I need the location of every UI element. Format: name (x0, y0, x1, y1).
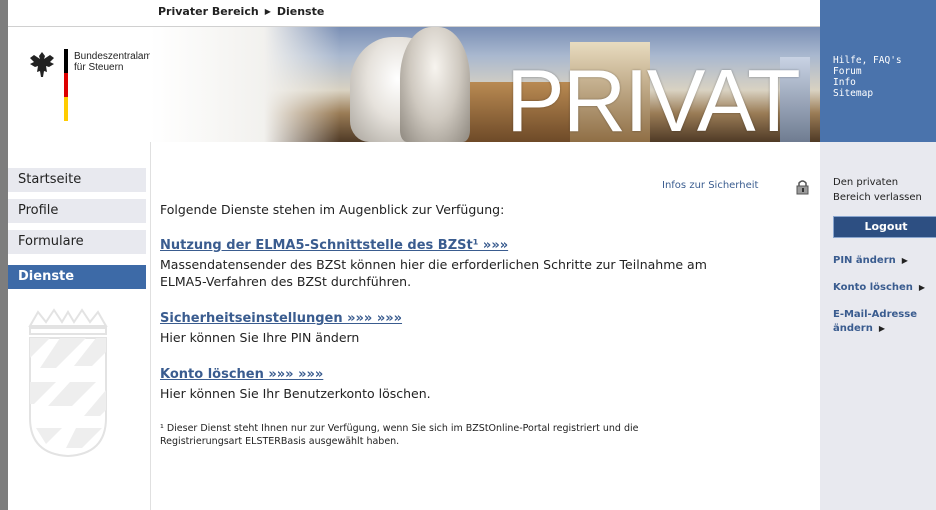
service-desc-elma5-line2: ELMA5-Verfahren des BZSt durchführen. (160, 274, 412, 289)
breadcrumb-bar: Privater Bereich ▶ Dienste (8, 0, 820, 27)
logout-button[interactable]: Logout (833, 216, 936, 238)
service-desc-elma5: Massendatensender des BZSt können hier d… (160, 256, 810, 290)
footnote-line2: Registrierungsart ELSTERBasis ausgewählt… (160, 436, 400, 447)
footnote: ¹ Dieser Dienst steht Ihnen nur zur Verf… (160, 422, 810, 448)
help-link-info[interactable]: Info (833, 77, 902, 88)
breadcrumb: Privater Bereich ▶ Dienste (158, 5, 324, 18)
delete-account-link[interactable]: Konto löschen ▶ (833, 282, 925, 293)
service-link-sicherheitseinstellungen[interactable]: Sicherheitseinstellungen »»» »»» (160, 311, 402, 326)
service-desc-konto-loeschen: Hier können Sie Ihr Benutzerkonto lösche… (160, 386, 431, 401)
agency-logo-text: Bundeszentralamt für Steuern (74, 51, 155, 73)
help-links: Hilfe, FAQ's Forum Info Sitemap (833, 55, 902, 99)
help-link-hilfe[interactable]: Hilfe, FAQ's (833, 55, 902, 66)
service-desc-sicherheitseinstellungen: Hier können Sie Ihre PIN ändern (160, 330, 360, 345)
nav-item-profile[interactable]: Profile (8, 199, 146, 223)
nav-item-startseite[interactable]: Startseite (8, 168, 146, 192)
bavarian-crest-watermark-icon (28, 308, 108, 458)
nav-item-dienste[interactable]: Dienste (8, 265, 146, 289)
breadcrumb-item-dienste: Dienste (276, 5, 325, 18)
logo-area[interactable]: Bundeszentralamt für Steuern (8, 27, 155, 142)
leave-line1: Den privaten (833, 177, 899, 188)
nav-item-formulare[interactable]: Formulare (8, 230, 146, 254)
security-info-link[interactable]: Infos zur Sicherheit (662, 180, 758, 191)
service-link-elma5[interactable]: Nutzung der ELMA5-Schnittstelle des BZSt… (160, 238, 508, 253)
banner-fade (150, 27, 340, 142)
federal-eagle-icon (30, 52, 54, 77)
logo-line2: für Steuern (74, 62, 124, 73)
breadcrumb-item-privater-bereich[interactable]: Privater Bereich (158, 5, 259, 18)
change-email-label-1: E-Mail-Adresse (833, 309, 917, 320)
service-desc-elma5-line1: Massendatensender des BZSt können hier d… (160, 257, 707, 272)
change-pin-label: PIN ändern (833, 255, 896, 266)
change-email-link[interactable]: E-Mail-Adresse ändern ▶ (833, 308, 917, 336)
leave-line2: Bereich verlassen (833, 192, 922, 203)
german-flag-stripe (64, 49, 68, 121)
help-link-forum[interactable]: Forum (833, 66, 902, 77)
header-banner: PRIVAT (150, 27, 820, 142)
arrow-right-icon: ▶ (918, 283, 926, 292)
change-pin-link[interactable]: PIN ändern ▶ (833, 255, 908, 266)
services-intro-text: Folgende Dienste stehen im Augenblick zu… (160, 202, 505, 217)
service-link-konto-loeschen[interactable]: Konto löschen »»» »»» (160, 367, 323, 382)
delete-account-label: Konto löschen (833, 282, 913, 293)
security-lock-icon[interactable] (794, 178, 812, 196)
footnote-line1: ¹ Dieser Dienst steht Ihnen nur zur Verf… (160, 423, 639, 434)
arrow-right-icon: ▶ (878, 324, 886, 333)
banner-title: PRIVAT (506, 51, 801, 143)
leave-private-area-text: Den privaten Bereich verlassen (833, 175, 922, 205)
content-divider (150, 142, 151, 510)
help-link-sitemap[interactable]: Sitemap (833, 88, 902, 99)
change-email-label-2: ändern (833, 323, 873, 334)
browser-page: Privater Bereich ▶ Dienste Bundeszentralam… (8, 0, 936, 510)
breadcrumb-arrow-icon: ▶ (264, 7, 271, 16)
arrow-right-icon: ▶ (901, 256, 908, 265)
banner-statue-image-2 (400, 27, 470, 142)
logo-line1: Bundeszentralamt (74, 51, 155, 62)
